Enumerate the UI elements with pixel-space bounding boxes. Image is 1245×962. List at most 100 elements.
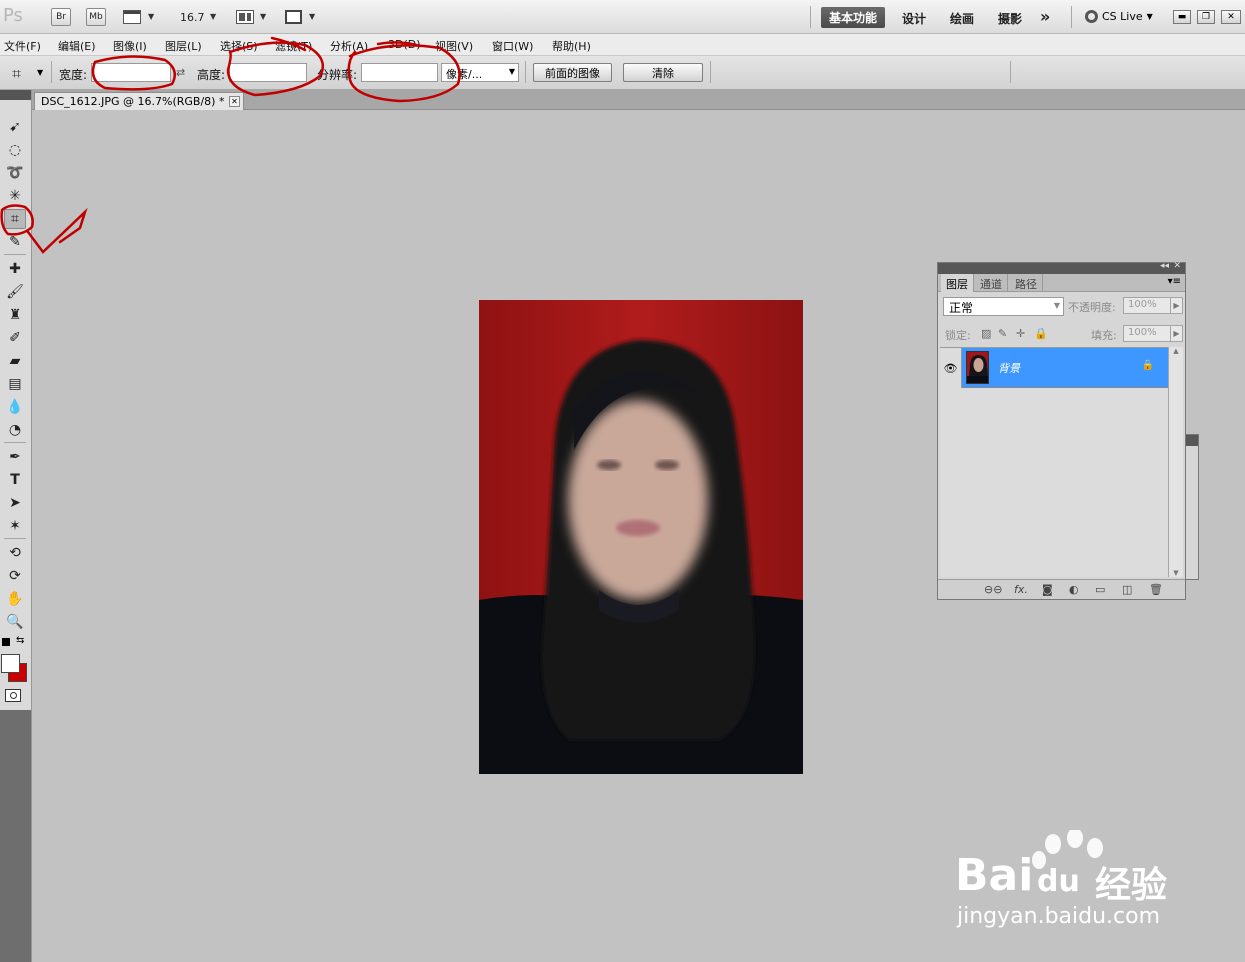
hand-tool-icon[interactable]: ✋ bbox=[4, 589, 26, 609]
clone-stamp-tool-icon[interactable]: ♜ bbox=[4, 305, 26, 325]
clear-button[interactable]: 清除 bbox=[623, 63, 703, 82]
chevron-down-icon[interactable]: ▼ bbox=[210, 12, 216, 21]
chevron-down-icon[interactable]: ▼ bbox=[309, 12, 315, 21]
front-image-button[interactable]: 前面的图像 bbox=[533, 63, 612, 82]
menu-edit[interactable]: 编辑(E) bbox=[58, 38, 96, 54]
tab-paths[interactable]: 路径 bbox=[1010, 274, 1043, 292]
menu-filter[interactable]: 滤镜(T) bbox=[275, 38, 312, 54]
workspace-essentials-button[interactable]: 基本功能 bbox=[821, 7, 885, 28]
add-layer-mask-icon[interactable]: ◙ bbox=[1042, 583, 1053, 596]
tab-layers[interactable]: 图层 bbox=[941, 274, 974, 292]
lock-image-icon[interactable]: ✎ bbox=[998, 327, 1007, 340]
menu-analysis[interactable]: 分析(A) bbox=[330, 38, 368, 54]
lock-all-icon[interactable]: 🔒 bbox=[1034, 327, 1048, 340]
minimize-button[interactable]: ▬ bbox=[1173, 10, 1191, 24]
pen-tool-icon[interactable]: ✒ bbox=[4, 447, 26, 467]
move-tool-icon[interactable]: ➹ bbox=[4, 117, 26, 137]
add-layer-style-icon[interactable]: fx. bbox=[1014, 583, 1028, 596]
menu-layer[interactable]: 图层(L) bbox=[165, 38, 202, 54]
eraser-tool-icon[interactable]: ▰ bbox=[4, 351, 26, 371]
opacity-slider-arrow-icon[interactable]: ▶ bbox=[1170, 297, 1183, 314]
dodge-tool-icon[interactable]: ◔ bbox=[4, 420, 26, 440]
restore-button[interactable]: ❐ bbox=[1197, 10, 1215, 24]
panel-header[interactable] bbox=[1186, 435, 1198, 446]
panel-header[interactable]: ◂◂ ✕ bbox=[938, 261, 1185, 274]
magic-wand-tool-icon[interactable]: ✳ bbox=[4, 186, 26, 206]
menu-select[interactable]: 选择(S) bbox=[220, 38, 258, 54]
more-workspaces-icon[interactable]: » bbox=[1040, 7, 1050, 26]
delete-layer-icon[interactable]: 🗑 bbox=[1149, 583, 1163, 596]
healing-brush-tool-icon[interactable]: ✚ bbox=[4, 259, 26, 279]
lasso-tool-icon[interactable]: ➰ bbox=[4, 163, 26, 183]
zoom-tool-icon[interactable]: 🔍 bbox=[4, 612, 26, 632]
new-layer-icon[interactable]: ◫ bbox=[1122, 583, 1132, 596]
tab-channels[interactable]: 通道 bbox=[975, 274, 1008, 292]
new-group-icon[interactable]: ▭ bbox=[1095, 583, 1105, 596]
cs-live-button[interactable]: CS Live ▼ bbox=[1085, 10, 1153, 23]
foreground-color-swatch[interactable] bbox=[1, 654, 20, 673]
type-tool-icon[interactable]: T bbox=[4, 470, 26, 490]
fill-slider-arrow-icon[interactable]: ▶ bbox=[1170, 325, 1183, 342]
layer-row-background[interactable]: 👁 背景 🔒 bbox=[940, 348, 1168, 388]
workspace-painting-button[interactable]: 绘画 bbox=[950, 10, 974, 27]
arrange-documents-icon[interactable] bbox=[236, 10, 254, 24]
brush-tool-icon[interactable]: 🖌 bbox=[4, 282, 26, 302]
3d-rotate-tool-icon[interactable]: ⟲ bbox=[4, 543, 26, 563]
layer-name[interactable]: 背景 bbox=[998, 360, 1020, 376]
view-extras-icon[interactable] bbox=[123, 10, 141, 24]
menu-image[interactable]: 图像(I) bbox=[113, 38, 147, 54]
panel-grip[interactable] bbox=[0, 90, 31, 100]
launch-mini-bridge-button[interactable]: Mb bbox=[86, 8, 106, 26]
panel-menu-icon[interactable]: ▾≡ bbox=[1168, 276, 1181, 287]
resolution-input[interactable] bbox=[361, 63, 438, 82]
path-selection-tool-icon[interactable]: ➤ bbox=[4, 493, 26, 513]
menu-view[interactable]: 视图(V) bbox=[435, 38, 473, 54]
zoom-level[interactable]: 16.7 bbox=[180, 11, 205, 24]
collapsed-panel[interactable] bbox=[1185, 434, 1199, 580]
crop-tool-preset-icon[interactable]: ⌗ bbox=[12, 64, 21, 84]
eye-icon[interactable]: 👁 bbox=[940, 348, 962, 388]
collapse-icon[interactable]: ◂◂ bbox=[1160, 261, 1169, 271]
close-icon[interactable]: ✕ bbox=[229, 96, 240, 107]
layers-scrollbar[interactable]: ▲ ▼ bbox=[1168, 347, 1183, 577]
document-tab[interactable]: DSC_1612.JPG @ 16.7%(RGB/8) * ✕ bbox=[34, 92, 244, 110]
menu-file[interactable]: 文件(F) bbox=[4, 38, 41, 54]
opacity-input[interactable]: 100% bbox=[1123, 297, 1173, 314]
menu-3d[interactable]: 3D(D) bbox=[388, 38, 421, 51]
link-layers-icon[interactable]: ⊖⊖ bbox=[984, 583, 1002, 596]
close-icon[interactable]: ✕ bbox=[1173, 261, 1181, 271]
blur-tool-icon[interactable]: 💧 bbox=[4, 397, 26, 417]
marquee-tool-icon[interactable]: ◌ bbox=[4, 140, 26, 160]
width-input[interactable] bbox=[91, 63, 171, 82]
lock-position-icon[interactable]: ✛ bbox=[1016, 327, 1025, 340]
eyedropper-tool-icon[interactable]: ✎ bbox=[4, 232, 26, 252]
launch-bridge-button[interactable]: Br bbox=[51, 8, 71, 26]
fill-input[interactable]: 100% bbox=[1123, 325, 1173, 342]
photo-image[interactable] bbox=[479, 300, 803, 774]
height-input[interactable] bbox=[229, 63, 307, 82]
scroll-down-icon[interactable]: ▼ bbox=[1169, 569, 1183, 577]
gradient-tool-icon[interactable]: ▤ bbox=[4, 374, 26, 394]
crop-tool-icon[interactable]: ⌗ bbox=[4, 209, 26, 229]
3d-orbit-tool-icon[interactable]: ⟳ bbox=[4, 566, 26, 586]
close-window-button[interactable]: ✕ bbox=[1221, 10, 1241, 24]
menu-help[interactable]: 帮助(H) bbox=[552, 38, 591, 54]
adjustment-layer-icon[interactable]: ◐ bbox=[1069, 583, 1079, 596]
blend-mode-select[interactable]: 正常 ▼ bbox=[943, 297, 1064, 316]
chevron-down-icon[interactable]: ▼ bbox=[148, 12, 154, 21]
menu-window[interactable]: 窗口(W) bbox=[492, 38, 533, 54]
lock-transparent-icon[interactable]: ▨ bbox=[981, 327, 991, 340]
history-brush-tool-icon[interactable]: ✐ bbox=[4, 328, 26, 348]
scroll-up-icon[interactable]: ▲ bbox=[1169, 347, 1183, 355]
swap-dimensions-icon[interactable]: ⇄ bbox=[176, 66, 185, 79]
quick-mask-icon[interactable] bbox=[5, 689, 21, 702]
chevron-down-icon[interactable]: ▼ bbox=[260, 12, 266, 21]
workspace-design-button[interactable]: 设计 bbox=[902, 10, 926, 27]
shape-tool-icon[interactable]: ✶ bbox=[4, 516, 26, 536]
workspace-photography-button[interactable]: 摄影 bbox=[998, 10, 1022, 27]
resolution-unit-select[interactable]: 像素/... ▼ bbox=[441, 63, 519, 82]
swap-colors-icon[interactable]: ⇆ bbox=[16, 635, 24, 646]
screen-mode-icon[interactable] bbox=[285, 10, 302, 24]
chevron-down-icon[interactable]: ▼ bbox=[37, 68, 43, 77]
default-colors-icon[interactable] bbox=[2, 638, 10, 646]
